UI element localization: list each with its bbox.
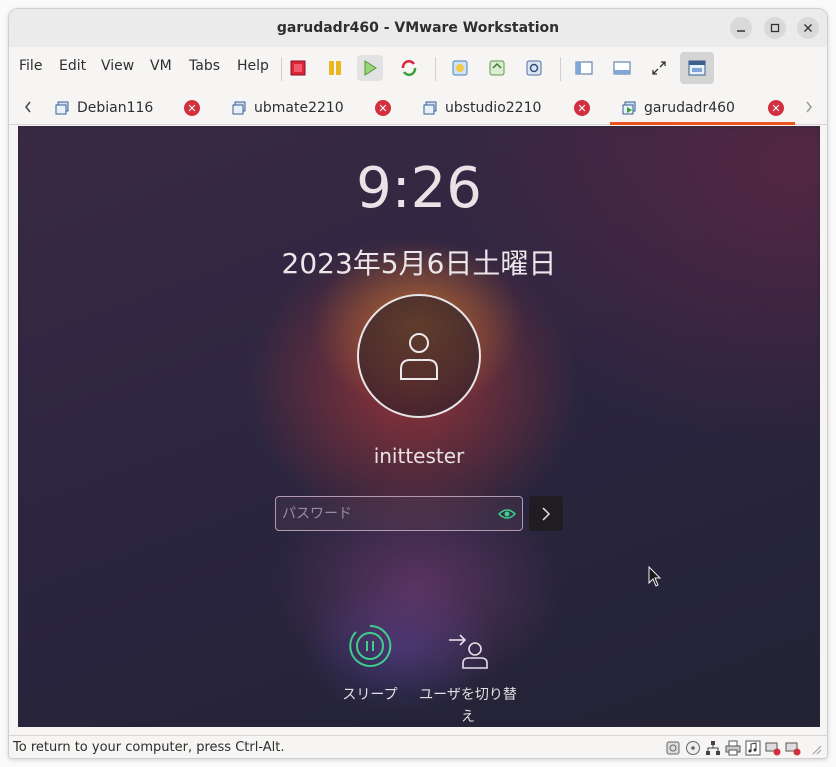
menu-file[interactable]: File bbox=[19, 58, 42, 74]
close-icon: ✕ bbox=[771, 101, 781, 115]
tab-garudadr460[interactable]: garudadr460 bbox=[622, 91, 735, 125]
status-hint: To return to your computer, press Ctrl-A… bbox=[13, 740, 285, 755]
user-icon bbox=[400, 333, 438, 380]
mouse-pointer-icon bbox=[648, 566, 662, 587]
toolbar-separator bbox=[435, 57, 436, 81]
maximize-button[interactable] bbox=[764, 17, 786, 39]
close-icon: ✕ bbox=[577, 101, 587, 115]
username-label: inittester bbox=[373, 444, 465, 468]
toolbar-separator bbox=[281, 57, 282, 81]
toolbar-separator bbox=[560, 57, 561, 81]
lock-clock: 9:26 bbox=[356, 156, 482, 221]
vm-icon bbox=[55, 101, 69, 115]
fullscreen-button[interactable] bbox=[646, 55, 672, 81]
sidebar-icon bbox=[575, 61, 593, 75]
tab-debian116[interactable]: Debian116 bbox=[55, 91, 153, 125]
console-view-icon bbox=[688, 60, 706, 76]
tab-label: Debian116 bbox=[77, 100, 154, 116]
suspend-button[interactable] bbox=[322, 55, 348, 81]
network-icon[interactable] bbox=[705, 740, 721, 756]
reset-button[interactable] bbox=[396, 55, 422, 81]
power-off-button[interactable] bbox=[285, 55, 311, 81]
close-icon: ✕ bbox=[187, 101, 197, 115]
switch-user-label: ユーザを切り替え bbox=[419, 687, 517, 725]
tab-close-button[interactable]: ✕ bbox=[768, 100, 784, 116]
thumbnail-bar-icon bbox=[613, 61, 631, 75]
menu-tabs[interactable]: Tabs bbox=[189, 58, 220, 74]
tab-close-button[interactable]: ✕ bbox=[184, 100, 200, 116]
vm-tab-bar: Debian116 ✕ ubmate2210 ✕ ubstudio2210 ✕ … bbox=[9, 91, 827, 125]
sleep-action[interactable]: スリープ bbox=[330, 624, 410, 706]
close-icon: ✕ bbox=[378, 101, 388, 115]
tab-ubstudio2210[interactable]: ubstudio2210 bbox=[423, 91, 541, 125]
menu-edit[interactable]: Edit bbox=[59, 58, 86, 74]
snapshot-icon bbox=[452, 60, 468, 76]
sleep-label: スリープ bbox=[342, 687, 398, 703]
resize-grip-icon[interactable] bbox=[807, 740, 823, 756]
tab-close-button[interactable]: ✕ bbox=[375, 100, 391, 116]
arrow-right-icon bbox=[542, 506, 551, 521]
hard-disk-icon[interactable] bbox=[665, 740, 681, 756]
tab-label: ubstudio2210 bbox=[445, 100, 542, 116]
unity-mode-button[interactable] bbox=[680, 52, 714, 84]
usb-disconnected-icon[interactable] bbox=[765, 740, 781, 756]
title-bar: garudadr460 - VMware Workstation bbox=[9, 9, 827, 47]
device-disconnected-icon[interactable] bbox=[785, 740, 801, 756]
tab-scroll-right[interactable] bbox=[804, 100, 814, 118]
reset-icon bbox=[401, 60, 417, 76]
chevron-right-icon bbox=[806, 101, 812, 113]
lock-date: 2023年5月6日土曜日 bbox=[281, 247, 557, 280]
menu-view[interactable]: View bbox=[101, 58, 134, 74]
chevron-left-icon bbox=[25, 101, 31, 113]
menu-vm[interactable]: VM bbox=[150, 58, 172, 74]
revert-snapshot-button[interactable] bbox=[484, 55, 510, 81]
login-submit-button[interactable] bbox=[529, 496, 563, 531]
tab-ubmate2210[interactable]: ubmate2210 bbox=[232, 91, 344, 125]
menu-toolbar: File Edit View VM Tabs Help bbox=[9, 47, 827, 89]
active-tab-indicator bbox=[610, 122, 795, 125]
snapshot-button[interactable] bbox=[447, 55, 473, 81]
menu-help[interactable]: Help bbox=[237, 58, 269, 74]
minimize-icon bbox=[737, 30, 745, 32]
power-off-icon bbox=[290, 60, 306, 76]
password-input[interactable] bbox=[276, 497, 486, 530]
cd-dvd-icon[interactable] bbox=[685, 740, 701, 756]
printer-icon[interactable] bbox=[725, 740, 741, 756]
pause-icon bbox=[329, 61, 341, 75]
vm-display[interactable]: 9:26 2023年5月6日土曜日 inittester スリープ ユーザを切り… bbox=[18, 126, 820, 727]
snapshot-manager-icon bbox=[526, 60, 542, 76]
tab-label: garudadr460 bbox=[644, 100, 735, 116]
password-field[interactable] bbox=[275, 496, 523, 531]
show-password-icon[interactable] bbox=[498, 505, 516, 523]
snapshot-manager-button[interactable] bbox=[521, 55, 547, 81]
maximize-icon bbox=[770, 23, 780, 33]
user-avatar bbox=[357, 294, 481, 418]
power-on-button[interactable] bbox=[357, 55, 383, 81]
tab-scroll-left[interactable] bbox=[23, 100, 33, 118]
show-library-button[interactable] bbox=[571, 55, 597, 81]
close-window-button[interactable] bbox=[797, 17, 819, 39]
window-title: garudadr460 - VMware Workstation bbox=[276, 20, 560, 36]
status-bar: To return to your computer, press Ctrl-A… bbox=[9, 735, 827, 758]
fullscreen-icon bbox=[652, 61, 666, 75]
thumbnail-bar-button[interactable] bbox=[609, 55, 635, 81]
revert-snapshot-icon bbox=[489, 60, 505, 76]
vmware-window: garudadr460 - VMware Workstation File Ed… bbox=[8, 8, 828, 759]
vm-icon bbox=[423, 101, 437, 115]
minimize-button[interactable] bbox=[730, 17, 752, 39]
tab-close-button[interactable]: ✕ bbox=[574, 100, 590, 116]
sleep-icon bbox=[349, 624, 392, 667]
close-icon bbox=[804, 24, 812, 32]
switch-user-icon bbox=[449, 634, 488, 669]
vm-running-icon bbox=[622, 101, 636, 115]
switch-user-action[interactable]: ユーザを切り替え bbox=[418, 630, 518, 727]
tab-label: ubmate2210 bbox=[254, 100, 344, 116]
vm-icon bbox=[232, 101, 246, 115]
play-icon bbox=[364, 60, 377, 76]
sound-card-icon[interactable] bbox=[745, 740, 761, 756]
